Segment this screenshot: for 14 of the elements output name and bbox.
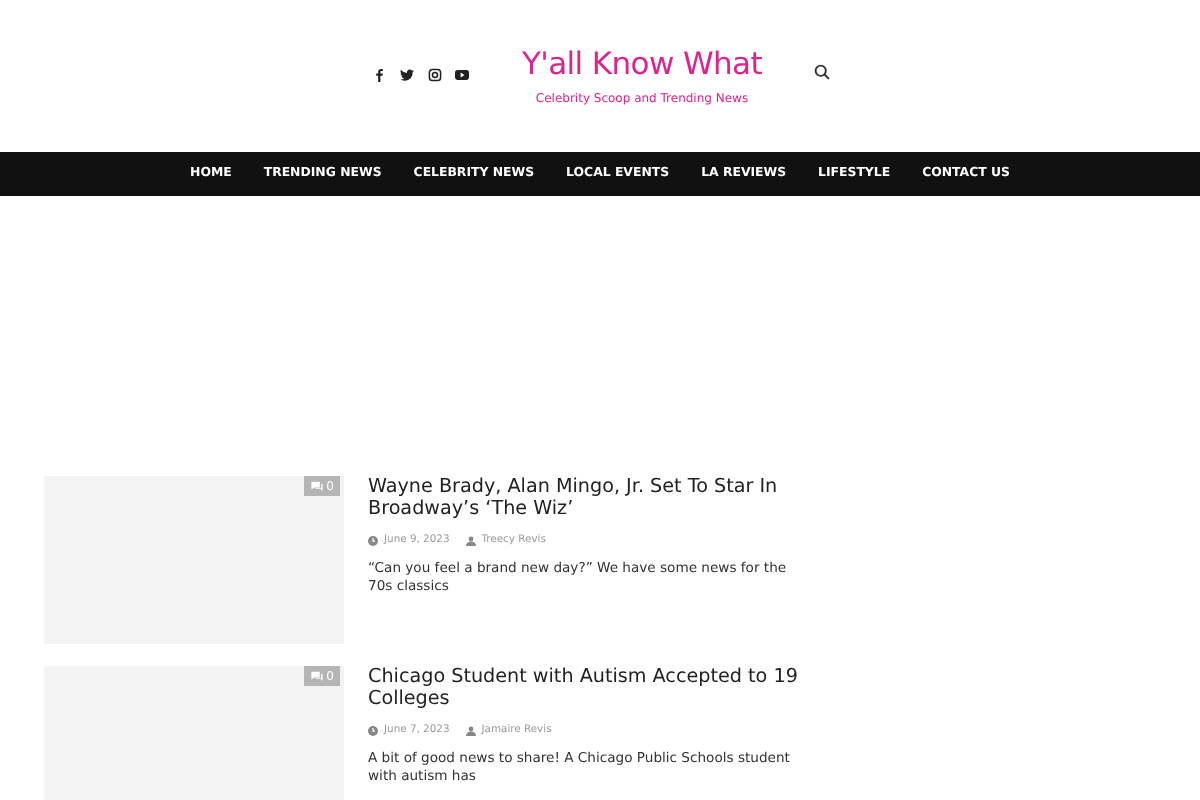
- camera-icon[interactable]: [426, 66, 442, 82]
- site-title[interactable]: Y'all Know What: [521, 46, 763, 82]
- search-icon[interactable]: [814, 64, 830, 80]
- play-icon[interactable]: [454, 66, 470, 82]
- clock-icon: [368, 725, 378, 735]
- person-icon: [465, 725, 476, 735]
- person-icon: [465, 535, 476, 545]
- clock-icon: [368, 535, 378, 545]
- comment-icon: [310, 480, 325, 492]
- comment-icon: [310, 670, 325, 682]
- facebook-icon[interactable]: [370, 66, 386, 82]
- post-title[interactable]: Wayne Brady, Alan Mingo, Jr. Set To Star In Broadway’s ‘The Wiz’: [368, 476, 798, 520]
- bird-icon[interactable]: [398, 66, 414, 82]
- post-title[interactable]: Chicago Student with Autism Accepted to 19 Colleges: [368, 666, 798, 710]
